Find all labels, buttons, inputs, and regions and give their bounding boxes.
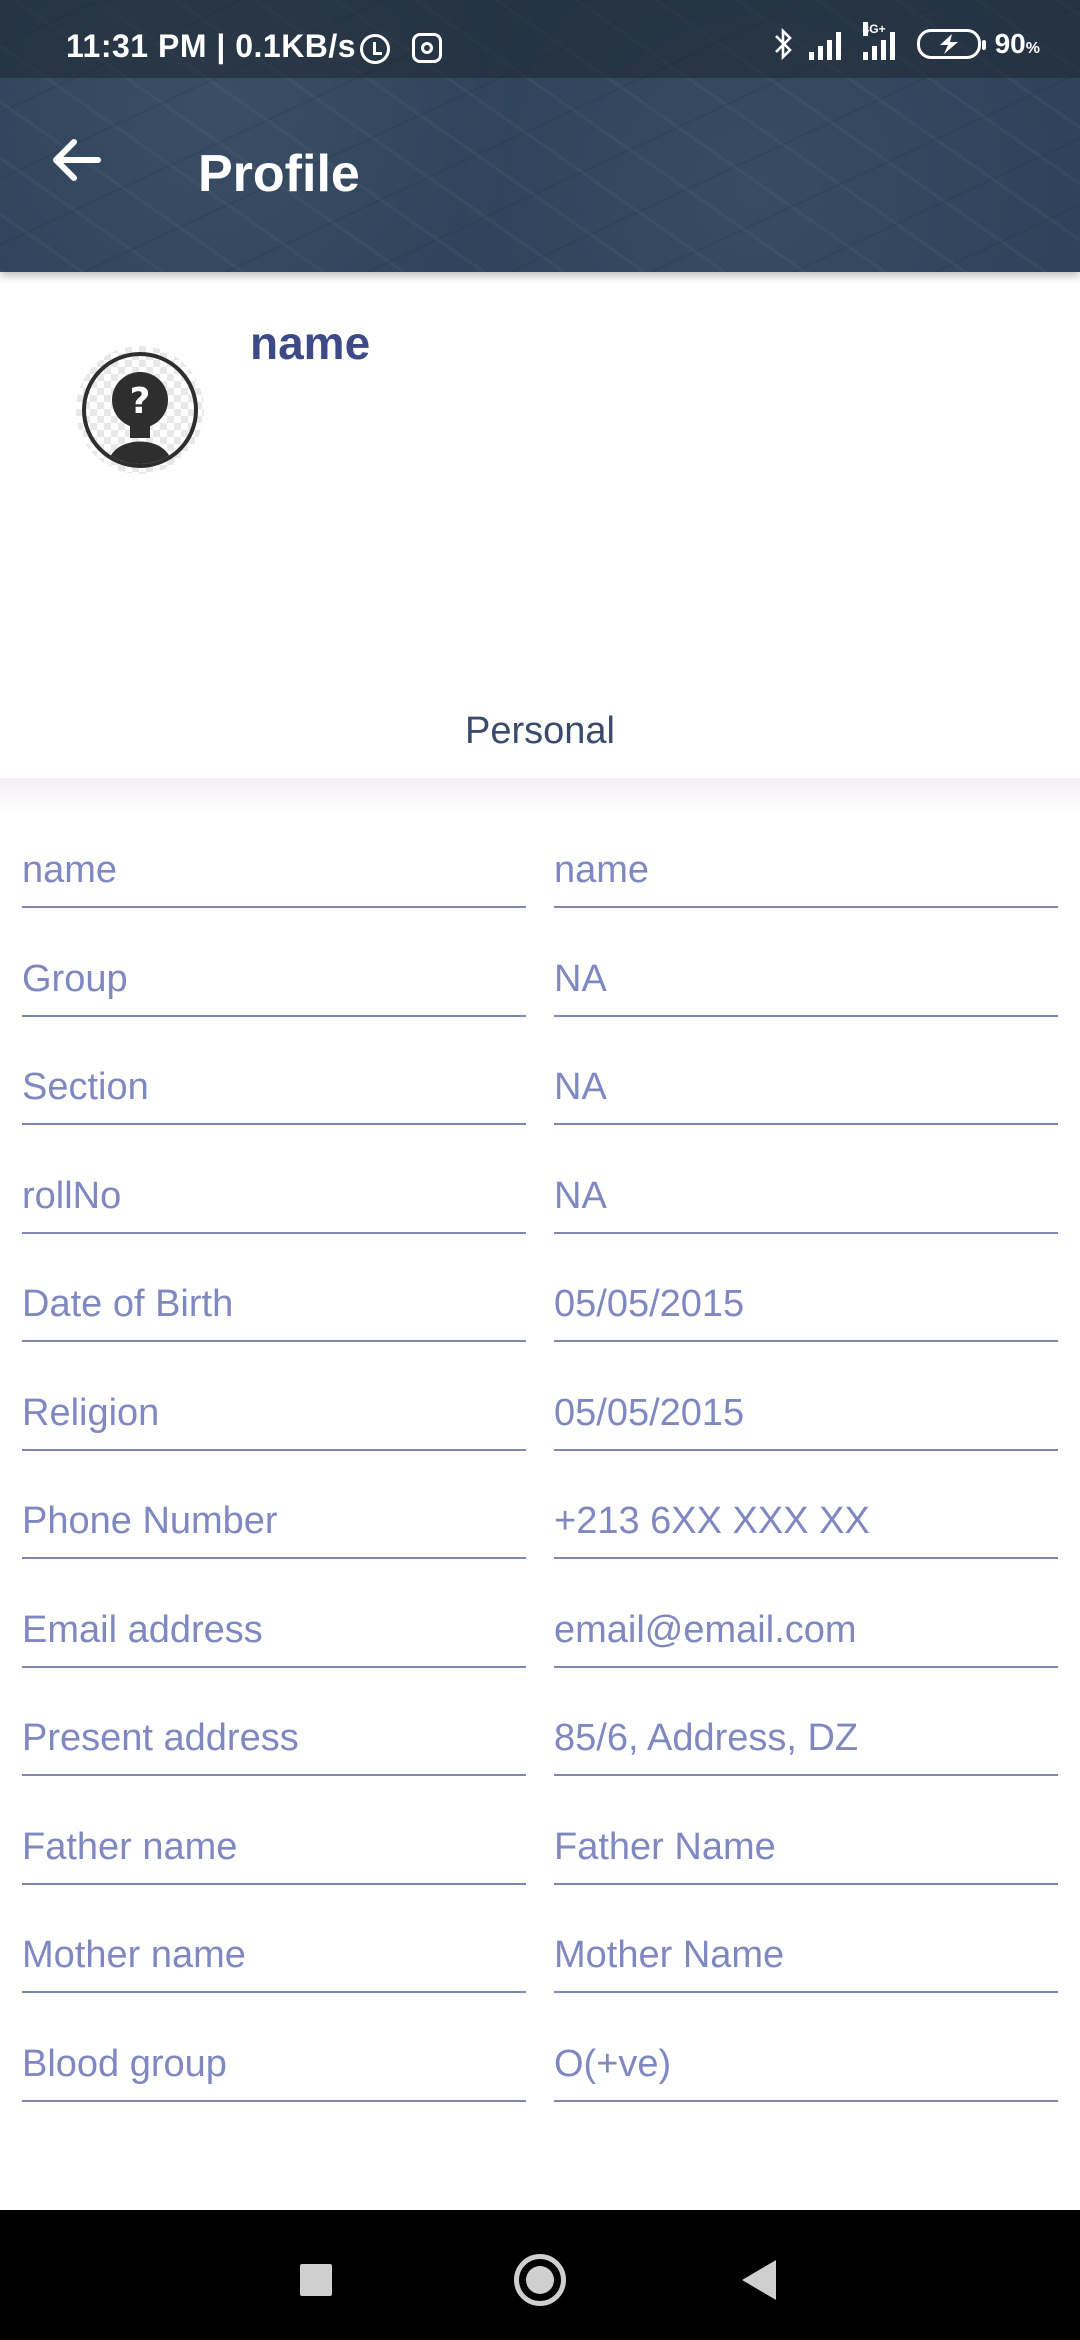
field-label: name (22, 820, 526, 908)
battery-charging-icon (916, 29, 986, 59)
field-label: Mother name (22, 1905, 526, 1993)
field-value[interactable]: O(+ve) (554, 2014, 1058, 2102)
field-value[interactable]: +213 6XX XXX XX (554, 1471, 1058, 1559)
instagram-icon (412, 33, 442, 63)
field-label: Section (22, 1037, 526, 1125)
page-title: Profile (198, 145, 360, 203)
status-time: 11:31 PM | 0.1KB/s (66, 28, 357, 64)
app-bar: Profile (0, 78, 1080, 272)
field-value[interactable]: NA (554, 1146, 1058, 1234)
form-row: name name (0, 820, 1080, 929)
field-value[interactable]: Mother Name (554, 1905, 1058, 1993)
status-bar: 11:31 PM | 0.1KB/s 4G+ 90% (0, 0, 1080, 78)
field-label: rollNo (22, 1146, 526, 1234)
tab-divider (0, 778, 1080, 814)
bluetooth-icon (771, 26, 795, 62)
alarm-icon (360, 34, 390, 64)
form-row: Email address email@email.com (0, 1580, 1080, 1689)
header: 11:31 PM | 0.1KB/s 4G+ 90% Profile (0, 0, 1080, 272)
tab-personal[interactable]: Personal (0, 710, 1080, 753)
signal-icon (808, 28, 849, 60)
unknown-person-icon: ? (82, 352, 198, 468)
field-value[interactable]: name (554, 820, 1058, 908)
profile-name: name (250, 317, 371, 369)
field-value[interactable]: 05/05/2015 (554, 1254, 1058, 1342)
form-row: Mother name Mother Name (0, 1905, 1080, 2014)
form-row: Date of Birth 05/05/2015 (0, 1254, 1080, 1363)
signal-4g-icon: 4G+ (862, 22, 903, 60)
navigation-bar (0, 2210, 1080, 2340)
field-label: Date of Birth (22, 1254, 526, 1342)
svg-text:?: ? (130, 381, 151, 422)
field-value[interactable]: NA (554, 929, 1058, 1017)
form-row: Blood group O(+ve) (0, 2014, 1080, 2123)
form-row: Religion 05/05/2015 (0, 1363, 1080, 1472)
form-row: Present address 85/6, Address, DZ (0, 1688, 1080, 1797)
field-value[interactable]: 05/05/2015 (554, 1363, 1058, 1451)
recents-square-icon[interactable] (300, 2264, 332, 2296)
network-label: 4G+ (862, 22, 886, 36)
field-value[interactable]: NA (554, 1037, 1058, 1125)
field-label: Present address (22, 1688, 526, 1776)
field-label: Phone Number (22, 1471, 526, 1559)
arrow-left-icon (53, 139, 101, 181)
field-value[interactable]: 85/6, Address, DZ (554, 1688, 1058, 1776)
avatar[interactable]: ? (76, 346, 204, 474)
battery-percentage: 90% (994, 28, 1040, 59)
field-value[interactable]: Father Name (554, 1797, 1058, 1885)
profile-form: name name Group NA Section NA rollNo NA … (0, 820, 1080, 2122)
status-icons: 4G+ 90% (771, 22, 1040, 64)
form-row: Group NA (0, 929, 1080, 1038)
field-label: Email address (22, 1580, 526, 1668)
back-button[interactable] (44, 128, 108, 192)
home-circle-icon[interactable] (514, 2254, 566, 2306)
form-row: Section NA (0, 1037, 1080, 1146)
field-label: Blood group (22, 2014, 526, 2102)
field-value[interactable]: email@email.com (554, 1580, 1058, 1668)
field-label: Father name (22, 1797, 526, 1885)
field-label: Religion (22, 1363, 526, 1451)
form-row: Phone Number +213 6XX XXX XX (0, 1471, 1080, 1580)
form-row: rollNo NA (0, 1146, 1080, 1255)
form-row: Father name Father Name (0, 1797, 1080, 1906)
back-triangle-icon[interactable] (742, 2260, 776, 2300)
field-label: Group (22, 929, 526, 1017)
